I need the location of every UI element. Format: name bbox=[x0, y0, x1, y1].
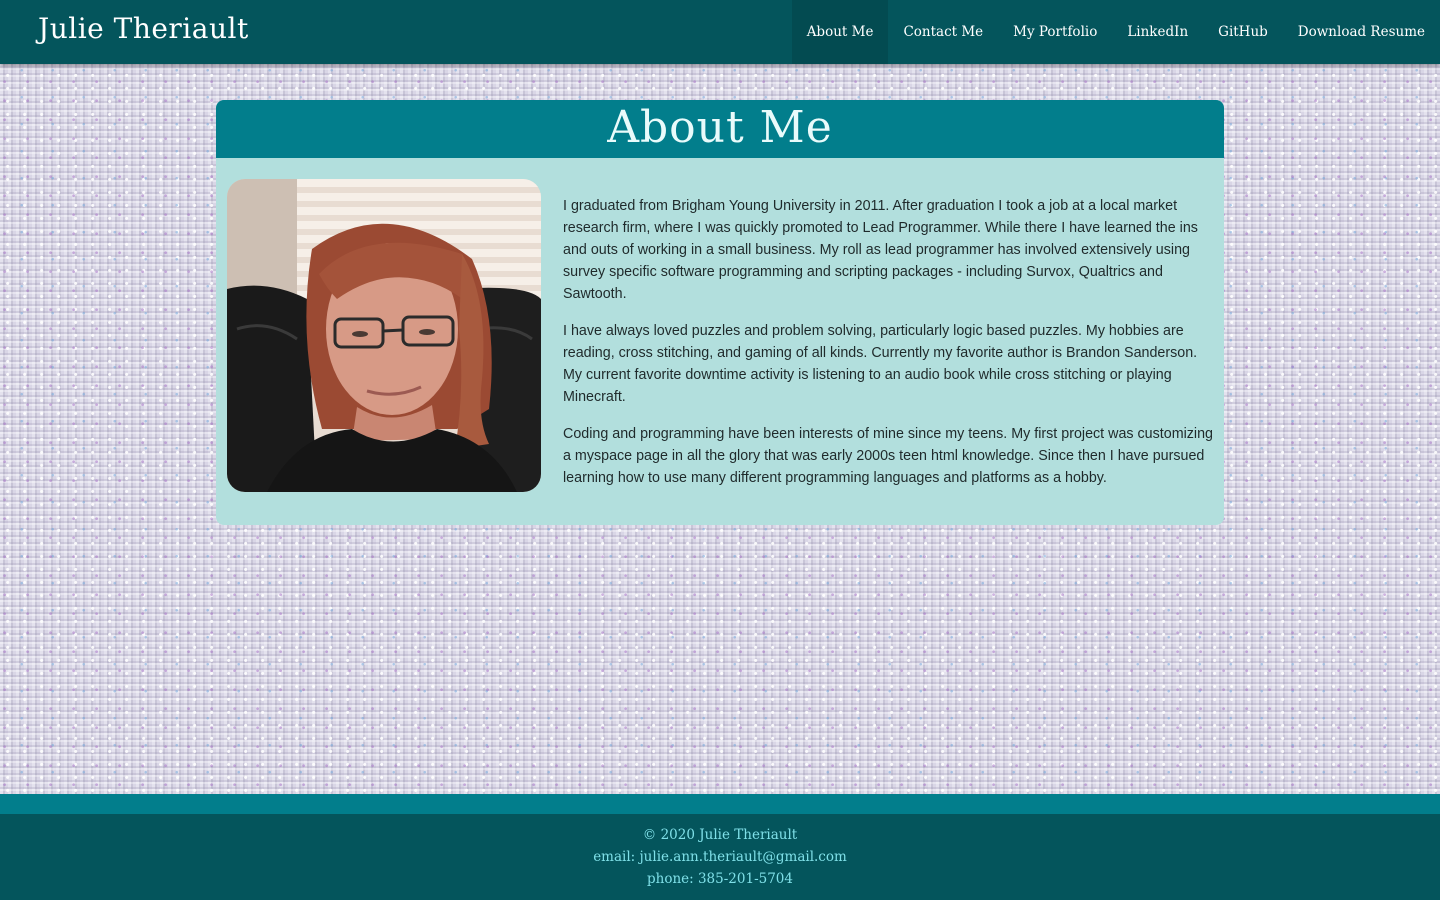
nav-link-download-resume[interactable]: Download Resume bbox=[1283, 0, 1440, 64]
footer-email[interactable]: email: julie.ann.theriault@gmail.com bbox=[0, 846, 1440, 868]
profile-photo-image bbox=[227, 179, 541, 492]
bio-paragraph-coding: Coding and programming have been interes… bbox=[563, 426, 1214, 486]
footer-copyright: © 2020 Julie Theriault bbox=[642, 827, 798, 843]
nav-link-github[interactable]: GitHub bbox=[1203, 0, 1283, 64]
about-bio: I graduated from Brigham Young Universit… bbox=[563, 195, 1215, 504]
about-card-header: About Me bbox=[216, 100, 1224, 158]
bio-paragraph-hobbies: I have always loved puzzles and problem … bbox=[563, 323, 1198, 405]
profile-photo bbox=[227, 179, 541, 492]
footer-contact: © 2020 Julie Theriault email: julie.ann.… bbox=[0, 814, 1440, 890]
nav-link-my-portfolio[interactable]: My Portfolio bbox=[998, 0, 1112, 64]
top-navbar: Julie Theriault About Me Contact Me My P… bbox=[0, 0, 1440, 64]
footer-phone: phone: 385-201-5704 bbox=[646, 871, 793, 887]
footer-accent-band bbox=[0, 794, 1440, 814]
site-footer: © 2020 Julie Theriault email: julie.ann.… bbox=[0, 794, 1440, 900]
about-title: About Me bbox=[607, 102, 833, 153]
about-card: About Me I graduated from Brigham Young … bbox=[216, 100, 1224, 525]
bio-paragraph-education: I graduated from Brigham Young Universit… bbox=[563, 198, 1198, 302]
nav-link-linkedin[interactable]: LinkedIn bbox=[1112, 0, 1203, 64]
site-brand[interactable]: Julie Theriault bbox=[38, 12, 249, 45]
nav-links: About Me Contact Me My Portfolio LinkedI… bbox=[791, 0, 1440, 64]
nav-link-about-me[interactable]: About Me bbox=[791, 0, 889, 64]
nav-link-contact-me[interactable]: Contact Me bbox=[888, 0, 998, 64]
